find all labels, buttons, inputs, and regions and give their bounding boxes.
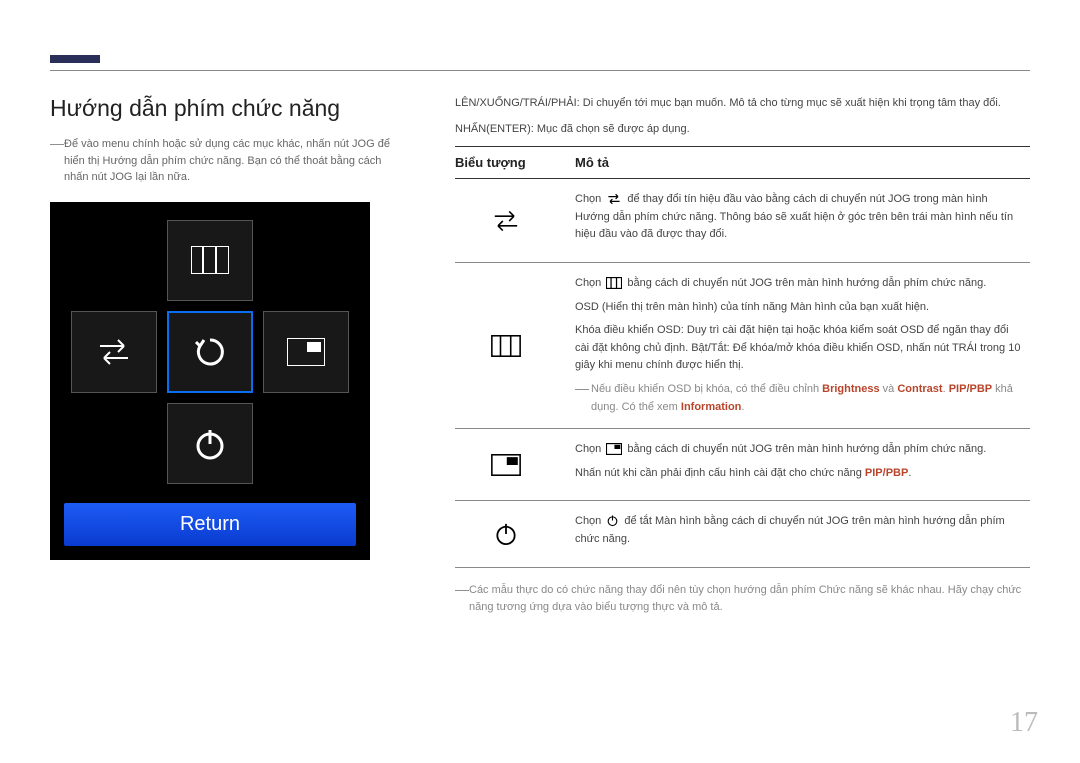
term-brightness: Brightness	[822, 383, 879, 395]
desc-cell-menu: Chọn bằng cách di chuyển nút JOG trên mà…	[575, 262, 1030, 428]
row3-p2-pre: Nhấn nút khi cần phải định cấu hình cài …	[575, 467, 865, 479]
icon-cell-menu	[455, 262, 575, 428]
row1-desc-pre: Chọn	[575, 193, 604, 205]
row2-p2: OSD (Hiển thị trên màn hình) của tính nă…	[575, 299, 1024, 317]
dash-icon: ―	[50, 136, 64, 150]
footer-note-text: Các mẫu thực do có chức năng thay đổi nê…	[469, 584, 1021, 614]
jog-empty	[263, 220, 349, 302]
power-icon	[493, 521, 519, 547]
icon-description-table: Biểu tượng Mô tả Chọn để thay đổi tín hi…	[455, 146, 1030, 567]
row2-p3: Khóa điều khiển OSD: Duy trì cài đặt hiệ…	[575, 322, 1024, 375]
row2-note-b: và	[880, 383, 898, 395]
jog-up-menu[interactable]	[167, 220, 253, 302]
row2-p1-pre: Chọn	[575, 277, 604, 289]
menu-grid-icon	[191, 246, 229, 274]
power-icon	[192, 426, 228, 462]
jog-grid	[71, 220, 349, 485]
row3-p2-dot: .	[908, 467, 911, 479]
row1-desc-post: để thay đổi tín hiệu đầu vào bằng cách d…	[575, 193, 1013, 240]
table-row: Chọn bằng cách di chuyển nút JOG trên mà…	[455, 429, 1030, 501]
desc-cell-source: Chọn để thay đổi tín hiệu đầu vào bằng c…	[575, 179, 1030, 263]
jog-empty	[71, 220, 157, 302]
footer-note: ― Các mẫu thực do có chức năng thay đổi …	[455, 582, 1030, 617]
pip-pbp-icon	[287, 338, 325, 366]
menu-grid-icon	[491, 335, 521, 357]
desc-cell-power: Chọn để tắt Màn hình bằng cách di chuyển…	[575, 501, 1030, 567]
right-intro-1: LÊN/XUỐNG/TRÁI/PHẢI: Di chuyển tới mục b…	[455, 95, 1030, 113]
term-contrast: Contrast	[897, 383, 942, 395]
row2-p1-post: bằng cách di chuyển nút JOG trên màn hìn…	[624, 277, 986, 289]
term-pippbp: PIP/PBP	[865, 467, 908, 479]
jog-down-power[interactable]	[167, 403, 253, 485]
pip-pbp-icon	[491, 454, 521, 476]
table-row: Chọn để tắt Màn hình bằng cách di chuyển…	[455, 501, 1030, 567]
menu-grid-icon	[606, 277, 622, 289]
jog-guide-panel: Return	[50, 202, 370, 560]
return-button[interactable]: Return	[64, 503, 356, 546]
intro-note-text: Để vào menu chính hoặc sử dụng các mục k…	[64, 138, 390, 183]
row2-note-dot: .	[741, 401, 744, 413]
icon-cell-source	[455, 179, 575, 263]
header-rule	[50, 70, 1030, 71]
row2-note-a: Nếu điều khiển OSD bị khóa, có thể điều …	[591, 383, 822, 395]
intro-note: ― Để vào menu chính hoặc sử dụng các mục…	[50, 136, 395, 186]
page-body: Hướng dẫn phím chức năng ― Để vào menu c…	[0, 0, 1080, 657]
right-intro-2: NHẤN(ENTER): Mục đã chọn sẽ được áp dụng…	[455, 121, 1030, 139]
source-swap-icon	[606, 193, 622, 205]
jog-right-pip[interactable]	[263, 311, 349, 393]
desc-cell-pip: Chọn bằng cách di chuyển nút JOG trên mà…	[575, 429, 1030, 501]
left-column: Hướng dẫn phím chức năng ― Để vào menu c…	[50, 95, 395, 560]
page-title: Hướng dẫn phím chức năng	[50, 95, 395, 122]
jog-left-source[interactable]	[71, 311, 157, 393]
jog-empty	[263, 403, 349, 485]
icon-cell-pip	[455, 429, 575, 501]
page-number: 17	[1010, 707, 1038, 739]
return-arrow-icon	[190, 332, 230, 372]
power-icon	[606, 514, 619, 527]
source-swap-icon	[96, 337, 132, 367]
col-header-desc: Mô tả	[575, 147, 1030, 179]
term-pippbp: PIP/PBP	[949, 383, 992, 395]
table-row: Chọn để thay đổi tín hiệu đầu vào bằng c…	[455, 179, 1030, 263]
dash-icon: ―	[455, 582, 469, 596]
jog-empty	[71, 403, 157, 485]
row2-subnote: ― Nếu điều khiển OSD bị khóa, có thể điề…	[575, 381, 1024, 416]
source-swap-icon	[491, 209, 521, 233]
row4-post: để tắt Màn hình bằng cách di chuyển nút …	[575, 515, 1005, 545]
jog-center-return[interactable]	[167, 311, 253, 393]
icon-cell-power	[455, 501, 575, 567]
row4-pre: Chọn	[575, 515, 604, 527]
right-column: LÊN/XUỐNG/TRÁI/PHẢI: Di chuyển tới mục b…	[455, 95, 1030, 617]
col-header-icon: Biểu tượng	[455, 147, 575, 179]
row3-p1-pre: Chọn	[575, 443, 604, 455]
table-row: Chọn bằng cách di chuyển nút JOG trên mà…	[455, 262, 1030, 428]
return-button-label: Return	[180, 513, 240, 535]
term-information: Information	[681, 401, 742, 413]
row3-p1-post: bằng cách di chuyển nút JOG trên màn hìn…	[624, 443, 986, 455]
pip-pbp-icon	[606, 443, 622, 455]
top-accent-bar	[50, 55, 100, 63]
dash-icon: ―	[575, 381, 589, 395]
